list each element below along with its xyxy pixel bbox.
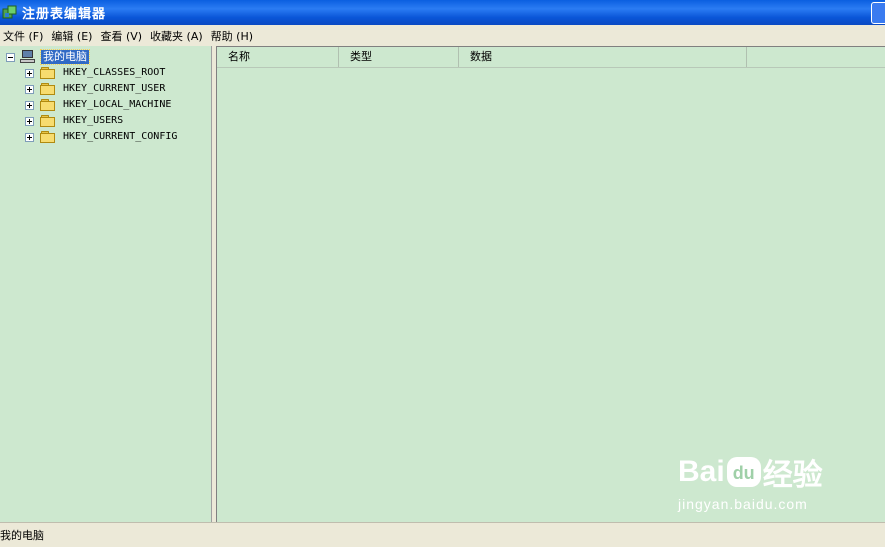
paw-icon: du <box>726 457 761 487</box>
column-header-data[interactable]: 数据 <box>459 47 747 67</box>
tree-item-label: HKEY_LOCAL_MACHINE <box>63 99 172 110</box>
registry-tree-pane[interactable]: 我的电脑 HKEY_CLASSES_ROOT HKEY_CURRENT_USER… <box>0 46 212 522</box>
folder-icon <box>40 67 56 79</box>
watermark-logo-bai: Bai <box>678 455 725 488</box>
folder-icon <box>40 99 56 111</box>
tree-item-label: HKEY_USERS <box>63 115 124 126</box>
tree-item-hkey-local-machine[interactable]: HKEY_LOCAL_MACHINE <box>25 97 173 113</box>
menu-help[interactable]: 帮助 (H) <box>208 28 258 44</box>
menu-file[interactable]: 文件 (F) <box>0 28 48 44</box>
baidu-jingyan-watermark: Bai du 经验 jingyan.baidu.com <box>678 450 878 530</box>
registry-editor-icon <box>2 5 18 21</box>
status-bar: 我的电脑 <box>0 522 885 547</box>
menu-bar: 文件 (F) 编辑 (E) 查看 (V) 收藏夹 (A) 帮助 (H) <box>0 25 885 46</box>
menu-favorites[interactable]: 收藏夹 (A) <box>147 28 208 44</box>
folder-icon <box>40 83 56 95</box>
watermark-logo: Bai du 经验 <box>678 450 878 494</box>
expand-icon[interactable] <box>25 116 34 126</box>
tree-item-hkey-current-config[interactable]: HKEY_CURRENT_CONFIG <box>25 129 179 145</box>
tree-item-label: HKEY_CLASSES_ROOT <box>63 67 166 78</box>
window-control-button[interactable] <box>871 2 885 24</box>
tree-item-my-computer[interactable]: 我的电脑 <box>6 49 90 65</box>
tree-item-hkey-users[interactable]: HKEY_USERS <box>25 113 125 129</box>
expand-icon[interactable] <box>25 100 34 110</box>
tree-item-label: 我的电脑 <box>40 49 90 65</box>
watermark-logo-jingyan: 经验 <box>762 459 823 492</box>
tree-item-hkey-current-user[interactable]: HKEY_CURRENT_USER <box>25 81 167 97</box>
expand-icon[interactable] <box>25 132 34 142</box>
tree-item-hkey-classes-root[interactable]: HKEY_CLASSES_ROOT <box>25 65 167 81</box>
folder-icon <box>40 115 56 127</box>
menu-edit[interactable]: 编辑 (E) <box>48 28 97 44</box>
folder-icon <box>40 131 56 143</box>
list-header: 名称 类型 数据 <box>217 47 885 68</box>
menu-view[interactable]: 查看 (V) <box>97 28 147 44</box>
window-title: 注册表编辑器 <box>22 7 107 22</box>
title-bar[interactable]: 注册表编辑器 <box>0 0 885 25</box>
tree-item-label: HKEY_CURRENT_USER <box>63 83 166 94</box>
expand-icon[interactable] <box>25 84 34 94</box>
column-header-type[interactable]: 类型 <box>339 47 459 67</box>
computer-icon <box>20 50 36 64</box>
expand-icon[interactable] <box>25 68 34 78</box>
collapse-icon[interactable] <box>6 52 15 62</box>
tree-item-label: HKEY_CURRENT_CONFIG <box>63 131 178 142</box>
column-header-name[interactable]: 名称 <box>217 47 339 67</box>
watermark-url: jingyan.baidu.com <box>678 496 808 512</box>
status-text: 我的电脑 <box>0 529 44 542</box>
